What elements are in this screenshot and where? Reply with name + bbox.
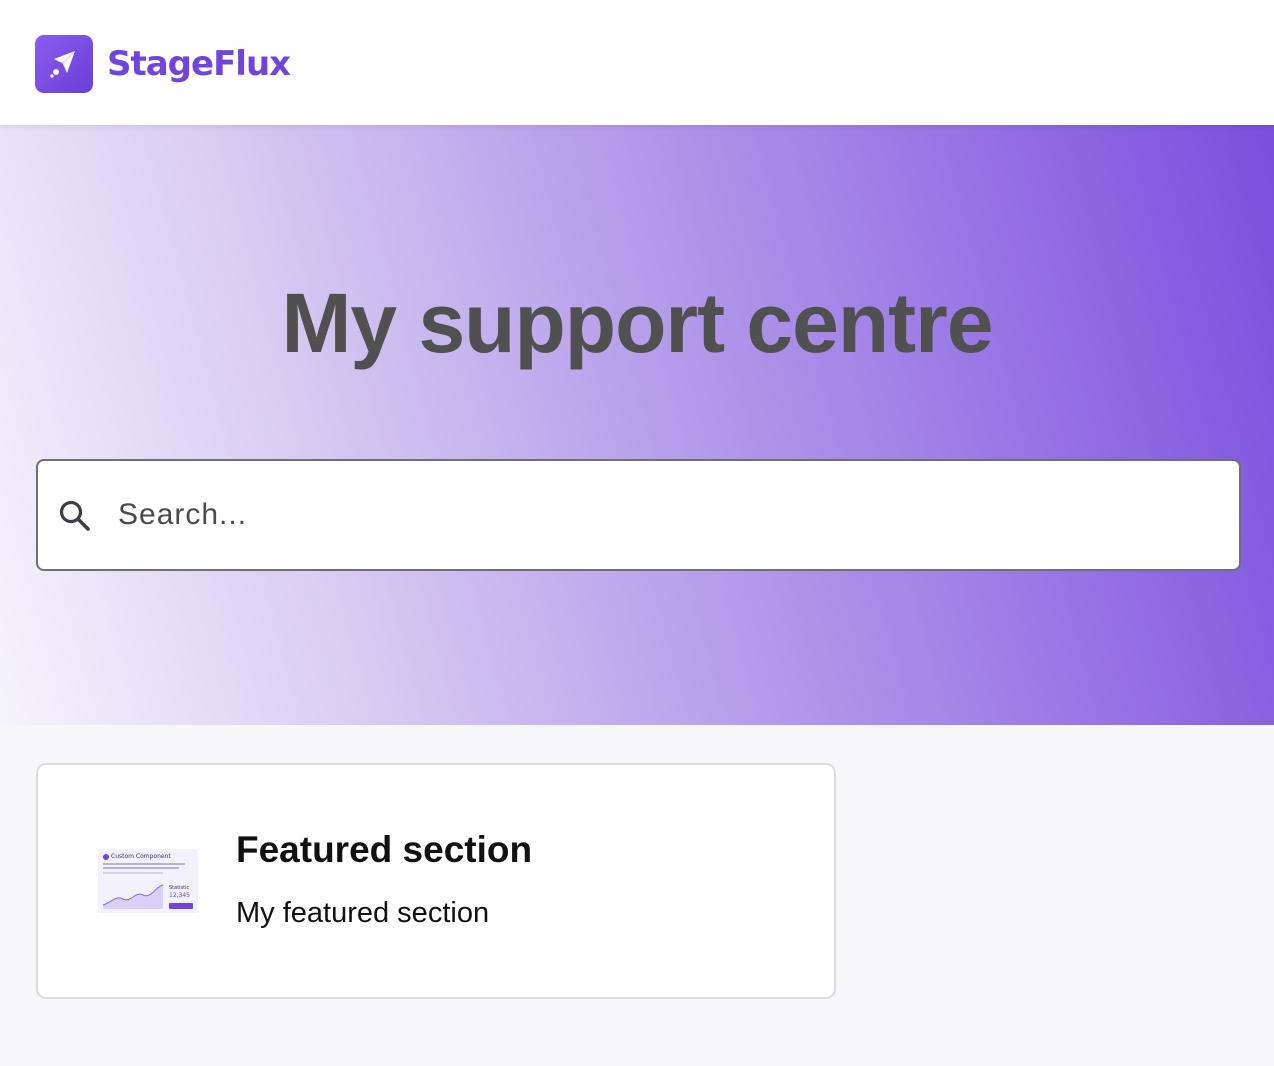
thumbnail-area-chart bbox=[103, 884, 164, 909]
component-icon bbox=[103, 853, 109, 860]
search-bar[interactable] bbox=[36, 459, 1241, 571]
thumbnail-title: Custom Component bbox=[103, 853, 171, 860]
thumbnail-text-lines bbox=[103, 863, 191, 876]
search-input[interactable] bbox=[118, 461, 1218, 569]
thumbnail-view-more-button bbox=[169, 903, 193, 909]
content-area: Custom Component Statistic 12,345 Featur… bbox=[0, 725, 1274, 1066]
rocket-icon bbox=[35, 35, 93, 93]
thumbnail-statistic: Statistic 12,345 bbox=[169, 885, 190, 899]
hero-banner: My support centre bbox=[0, 125, 1274, 725]
featured-section-description: My featured section bbox=[236, 897, 490, 929]
featured-section-title: Featured section bbox=[236, 829, 533, 870]
brand-name: StageFlux bbox=[107, 44, 291, 84]
brand-home-link[interactable]: StageFlux bbox=[35, 35, 291, 93]
featured-section-card[interactable]: Custom Component Statistic 12,345 Featur… bbox=[36, 763, 836, 999]
top-navigation-bar: StageFlux bbox=[0, 0, 1274, 125]
page-title: My support centre bbox=[281, 276, 993, 370]
featured-section-thumbnail: Custom Component Statistic 12,345 bbox=[98, 849, 198, 913]
search-icon bbox=[58, 499, 92, 533]
